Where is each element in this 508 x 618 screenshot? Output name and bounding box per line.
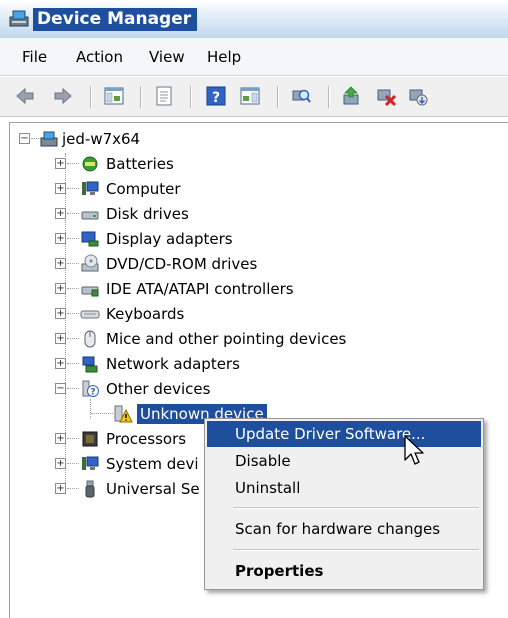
tree-item-label: Network adapters: [106, 355, 240, 373]
expand-toggle[interactable]: +: [55, 433, 66, 444]
expand-toggle[interactable]: +: [55, 258, 66, 269]
tree-item-label: Universal Se: [106, 480, 200, 498]
uninstall-icon[interactable]: [375, 85, 397, 107]
collapse-toggle[interactable]: −: [55, 383, 66, 394]
expand-toggle[interactable]: +: [55, 483, 66, 494]
title-bar: Device Manager: [0, 0, 508, 38]
toolbar-separator: [277, 86, 278, 108]
menu-separator: [233, 549, 479, 550]
context-menu: Update Driver Software... Disable Uninst…: [204, 418, 484, 590]
expand-toggle[interactable]: +: [55, 208, 66, 219]
tree-item-network-adapters[interactable]: + Network adapters: [10, 352, 430, 376]
tree-item-label: Processors: [106, 430, 187, 448]
tree-item-label: Keyboards: [106, 305, 185, 323]
update-driver-icon[interactable]: [340, 85, 362, 107]
svg-text:?: ?: [212, 90, 220, 106]
toolbar-separator: [190, 86, 191, 108]
expand-toggle[interactable]: +: [55, 283, 66, 294]
toolbar-separator: [328, 86, 329, 108]
expand-toggle[interactable]: +: [55, 458, 66, 469]
tree-item-label: Mice and other pointing devices: [106, 330, 347, 348]
usb-icon: [80, 479, 100, 499]
tree-item-label: IDE ATA/ATAPI controllers: [106, 280, 294, 298]
root-label: jed-w7x64: [62, 130, 141, 148]
expand-toggle[interactable]: +: [55, 333, 66, 344]
forward-icon[interactable]: [52, 85, 74, 107]
uninstall-menu-item[interactable]: Uninstall: [207, 475, 481, 501]
toolbar-separator: [90, 86, 91, 108]
system-devices-icon: [80, 454, 100, 474]
disk-drive-icon: [80, 204, 100, 224]
properties-menu-item[interactable]: Properties: [207, 558, 481, 584]
tree-item-computer[interactable]: + Computer: [10, 177, 430, 201]
toolbar-separator: [140, 86, 141, 108]
window-title: Device Manager: [33, 8, 198, 31]
tree-item-keyboards[interactable]: + Keyboards: [10, 302, 430, 326]
device-manager-icon: [8, 8, 30, 28]
action-pane-icon[interactable]: [239, 85, 261, 107]
mouse-pointer-icon: [403, 434, 427, 468]
disable-icon[interactable]: [407, 85, 429, 107]
back-icon[interactable]: [14, 85, 36, 107]
toolbar: ?: [0, 77, 508, 117]
dvd-drive-icon: [80, 254, 100, 274]
tree-item-batteries[interactable]: + Batteries: [10, 152, 430, 176]
tree-item-label: Batteries: [106, 155, 174, 173]
menu-bar: File Action View Help: [0, 38, 508, 76]
tree-root[interactable]: − jed-w7x64: [10, 127, 430, 151]
expand-toggle[interactable]: +: [55, 233, 66, 244]
unknown-device-warning-icon: [113, 404, 133, 424]
battery-icon: [80, 154, 100, 174]
menu-help[interactable]: Help: [207, 48, 241, 66]
expand-toggle[interactable]: +: [55, 183, 66, 194]
tree-item-dvd-cd-rom-drives[interactable]: + DVD/CD-ROM drives: [10, 252, 430, 276]
tree-item-label: Computer: [106, 180, 181, 198]
tree-item-other-devices[interactable]: − ? Other devices: [10, 377, 430, 401]
tree-item-label: DVD/CD-ROM drives: [106, 255, 258, 273]
expand-toggle[interactable]: +: [55, 358, 66, 369]
scan-for-hardware-changes-menu-item[interactable]: Scan for hardware changes: [207, 516, 481, 542]
tree-item-ide-ata-atapi-controllers[interactable]: + IDE ATA/ATAPI controllers: [10, 277, 430, 301]
tree-item-label: Disk drives: [106, 205, 189, 223]
tree-item-label: Display adapters: [106, 230, 233, 248]
display-adapter-icon: [80, 229, 100, 249]
keyboard-icon: [80, 304, 100, 324]
properties-icon[interactable]: [153, 85, 175, 107]
tree-item-label: System devi: [106, 455, 199, 473]
svg-text:?: ?: [90, 388, 95, 398]
other-devices-icon: ?: [80, 379, 100, 399]
mouse-icon: [80, 329, 100, 349]
collapse-toggle[interactable]: −: [19, 133, 30, 144]
disable-menu-item[interactable]: Disable: [207, 448, 481, 474]
ide-controller-icon: [80, 279, 100, 299]
show-hide-console-tree-icon[interactable]: [103, 85, 125, 107]
computer-icon: [80, 179, 100, 199]
tree-item-display-adapters[interactable]: + Display adapters: [10, 227, 430, 251]
update-driver-software-menu-item[interactable]: Update Driver Software...: [207, 421, 481, 447]
tree-item-disk-drives[interactable]: + Disk drives: [10, 202, 430, 226]
computer-root-icon: [39, 129, 59, 149]
expand-toggle[interactable]: +: [55, 308, 66, 319]
network-adapter-icon: [80, 354, 100, 374]
menu-view[interactable]: View: [149, 48, 185, 66]
help-icon[interactable]: ?: [205, 85, 227, 107]
menu-separator: [233, 507, 479, 508]
scan-hardware-icon[interactable]: [290, 85, 312, 107]
tree-item-label: Other devices: [106, 380, 211, 398]
processor-icon: [80, 429, 100, 449]
tree-item-mice[interactable]: + Mice and other pointing devices: [10, 327, 430, 351]
expand-toggle[interactable]: +: [55, 158, 66, 169]
menu-action[interactable]: Action: [76, 48, 123, 66]
menu-file[interactable]: File: [22, 48, 47, 66]
